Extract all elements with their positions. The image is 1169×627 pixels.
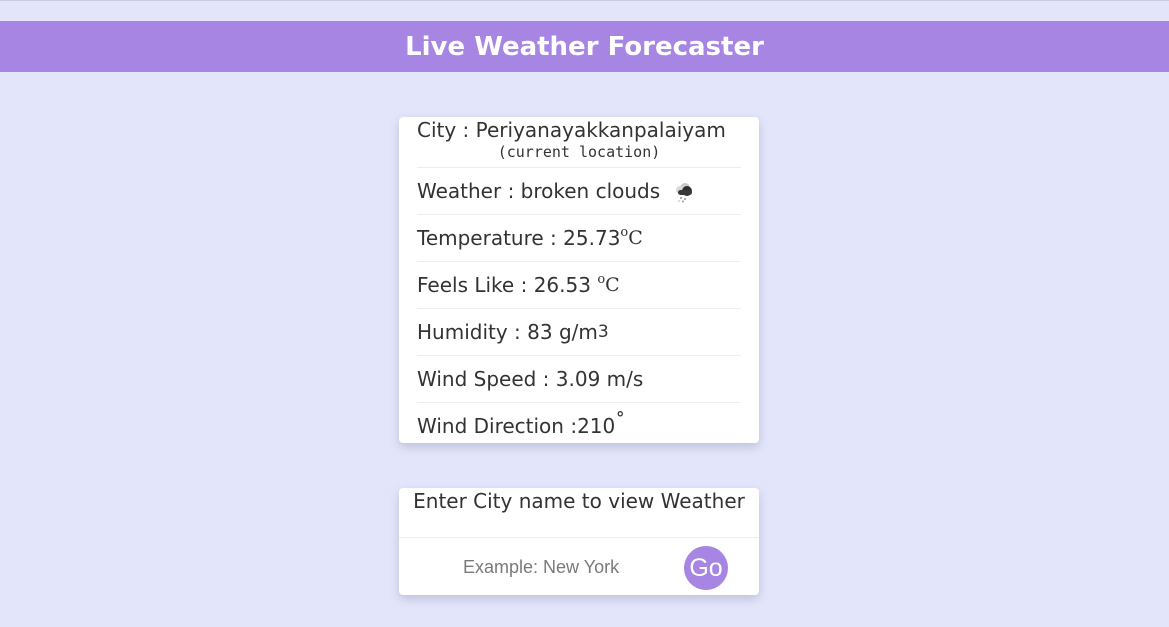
humidity-unit: g/m bbox=[558, 320, 598, 344]
wind-direction-label: Wind Direction : bbox=[417, 414, 578, 438]
top-border bbox=[0, 0, 1169, 1]
wind-direction-unit: ˚ bbox=[615, 410, 626, 434]
wind-speed-value: 3.09 m/s bbox=[555, 367, 644, 391]
wind-direction-value: 210 bbox=[577, 414, 616, 438]
wind-speed-row: Wind Speed : 3.09 m/s bbox=[417, 356, 741, 403]
weather-label: Weather : bbox=[417, 179, 515, 203]
temperature-unit: oC bbox=[620, 225, 643, 249]
temperature-row: Temperature : 25.73 oC bbox=[417, 215, 741, 262]
temperature-degree: o bbox=[620, 225, 629, 240]
feels-like-row: Feels Like : 26.53 oC bbox=[417, 262, 741, 309]
page-title: Live Weather Forecaster bbox=[405, 31, 764, 62]
feels-like-value: 26.53 bbox=[533, 273, 591, 297]
humidity-unit-exponent: 3 bbox=[597, 322, 609, 342]
wind-speed-label: Wind Speed : bbox=[417, 367, 550, 391]
feels-like-unit: oC bbox=[597, 272, 620, 296]
city-search-input[interactable] bbox=[461, 552, 665, 582]
feels-like-unit-letter: C bbox=[605, 274, 620, 296]
search-row: Go bbox=[399, 538, 759, 594]
city-search-card: Enter City name to view Weather Go bbox=[399, 488, 759, 595]
temperature-label: Temperature : bbox=[417, 226, 557, 250]
feels-like-label: Feels Like : bbox=[417, 273, 528, 297]
wind-direction-row: Wind Direction :210 ˚ bbox=[417, 403, 741, 449]
cloud-rain-icon bbox=[670, 179, 696, 205]
weather-card: City : Periyanayakkanpalaiyam (current l… bbox=[399, 117, 759, 443]
current-location-note: (current location) bbox=[497, 143, 661, 161]
city-row: City : Periyanayakkanpalaiyam (current l… bbox=[417, 117, 741, 168]
humidity-label: Humidity : bbox=[417, 320, 521, 344]
weather-row: Weather : broken clouds bbox=[417, 168, 741, 215]
search-title: Enter City name to view Weather bbox=[399, 488, 759, 538]
go-button[interactable]: Go bbox=[684, 546, 728, 590]
weather-description: broken clouds bbox=[520, 179, 661, 203]
temperature-unit-letter: C bbox=[628, 227, 643, 249]
feels-like-degree: o bbox=[597, 272, 606, 287]
app-header: Live Weather Forecaster bbox=[0, 21, 1169, 72]
humidity-row: Humidity : 83 g/m 3 bbox=[417, 309, 741, 356]
city-name: Periyanayakkanpalaiyam bbox=[475, 118, 726, 142]
humidity-value: 83 bbox=[527, 320, 553, 344]
city-line: City : Periyanayakkanpalaiyam bbox=[417, 118, 726, 142]
city-label: City : bbox=[417, 118, 476, 142]
temperature-value: 25.73 bbox=[563, 226, 621, 250]
